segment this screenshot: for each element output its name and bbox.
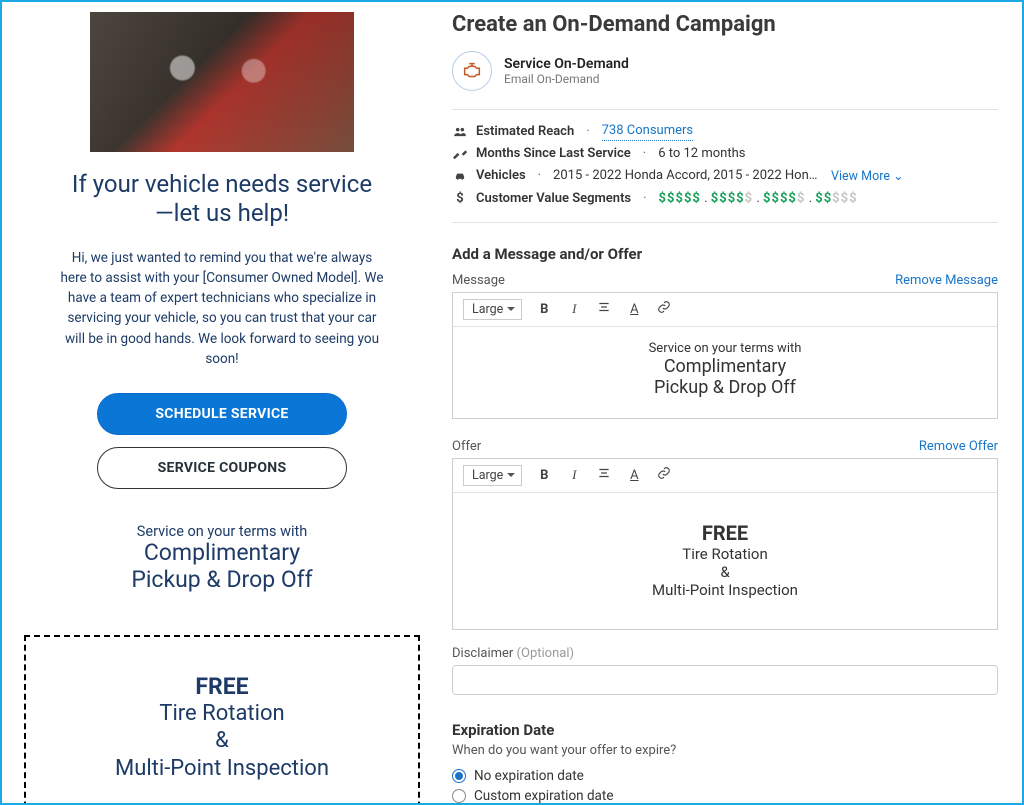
- offer-label: Offer: [452, 439, 481, 454]
- reach-label: Estimated Reach: [476, 123, 574, 141]
- message-editor: Large B I A Service on your terms with C…: [452, 292, 998, 419]
- engine-icon: [452, 51, 492, 91]
- remove-message-link[interactable]: Remove Message: [895, 273, 998, 288]
- segments-label: Customer Value Segments: [476, 190, 631, 208]
- message-offer-section-title: Add a Message and/or Offer: [452, 245, 998, 263]
- people-icon: [452, 125, 468, 139]
- coupon-line1: Tire Rotation: [46, 700, 398, 728]
- align-button[interactable]: [596, 466, 612, 484]
- chevron-down-icon: ⌄: [893, 169, 903, 184]
- link-button[interactable]: [656, 466, 672, 484]
- disclaimer-label: Disclaimer (Optional): [452, 646, 998, 661]
- wrench-icon: [452, 147, 468, 161]
- reach-value-link[interactable]: 738 Consumers: [602, 122, 693, 141]
- campaign-name: Service On-Demand: [504, 56, 629, 72]
- font-size-select[interactable]: Large: [463, 465, 522, 486]
- segments-indicator: $$$$$ . $$$$$ . $$$$$ . $$$$$: [659, 190, 858, 208]
- align-button[interactable]: [596, 300, 612, 318]
- bold-button[interactable]: B: [536, 302, 552, 317]
- message-label: Message: [452, 273, 505, 288]
- expiration-title: Expiration Date: [452, 721, 998, 739]
- vehicles-label: Vehicles: [476, 167, 526, 185]
- font-color-button[interactable]: A: [626, 302, 642, 317]
- preview-body-text: Hi, we just wanted to remind you that we…: [60, 248, 384, 370]
- vehicles-value: 2015 - 2022 Honda Accord, 2015 - 2022 Ho…: [553, 167, 823, 185]
- schedule-service-button[interactable]: SCHEDULE SERVICE: [97, 393, 347, 435]
- car-icon: [452, 169, 468, 183]
- link-button[interactable]: [656, 300, 672, 318]
- coupon-line2: Multi-Point Inspection: [46, 755, 398, 783]
- radio-no-expiration-label: No expiration date: [474, 768, 584, 784]
- campaign-header: Service On-Demand Email On-Demand: [452, 51, 998, 91]
- coupon-free: FREE: [46, 673, 398, 700]
- offer-toolbar: Large B I A: [453, 459, 997, 493]
- campaign-subtype: Email On-Demand: [504, 72, 629, 86]
- months-label: Months Since Last Service: [476, 145, 631, 163]
- radio-no-expiration[interactable]: [452, 769, 466, 783]
- campaign-form-panel: Create an On-Demand Campaign Service On-…: [442, 2, 1022, 803]
- offer-editor: Large B I A FREE Tire Rotation & Multi-P…: [452, 458, 998, 630]
- bold-button[interactable]: B: [536, 468, 552, 483]
- vehicles-view-more[interactable]: View More ⌄: [831, 168, 904, 186]
- font-size-select[interactable]: Large: [463, 299, 522, 320]
- service-coupons-button[interactable]: SERVICE COUPONS: [97, 447, 347, 489]
- preview-offer-coupon: FREE Tire Rotation & Multi-Point Inspect…: [24, 635, 420, 803]
- radio-custom-expiration-label: Custom expiration date: [474, 788, 613, 803]
- page-title: Create an On-Demand Campaign: [452, 12, 998, 37]
- remove-offer-link[interactable]: Remove Offer: [919, 439, 998, 454]
- disclaimer-input[interactable]: [452, 665, 998, 695]
- expiration-subtitle: When do you want your offer to expire?: [452, 743, 998, 758]
- email-preview-panel: If your vehicle needs service—let us hel…: [2, 2, 442, 803]
- preview-message-line2: Pickup & Drop Off: [16, 567, 428, 593]
- offer-text-area[interactable]: FREE Tire Rotation & Multi-Point Inspect…: [453, 493, 997, 629]
- italic-button[interactable]: I: [566, 467, 582, 483]
- font-color-button[interactable]: A: [626, 468, 642, 483]
- coupon-amp: &: [46, 727, 398, 755]
- message-text-area[interactable]: Service on your terms with Complimentary…: [453, 327, 997, 418]
- dollar-icon: $: [452, 190, 468, 208]
- preview-message-line1: Complimentary: [16, 540, 428, 566]
- message-toolbar: Large B I A: [453, 293, 997, 327]
- preview-heading: If your vehicle needs service—let us hel…: [66, 170, 378, 228]
- radio-custom-expiration[interactable]: [452, 789, 466, 803]
- preview-message-block: Service on your terms with Complimentary…: [16, 523, 428, 593]
- preview-message-lede: Service on your terms with: [16, 523, 428, 540]
- months-value: 6 to 12 months: [658, 145, 745, 163]
- audience-meta: Estimated Reach 738 Consumers Months Sin…: [452, 109, 998, 223]
- italic-button[interactable]: I: [566, 301, 582, 317]
- preview-hero-image: [90, 12, 354, 152]
